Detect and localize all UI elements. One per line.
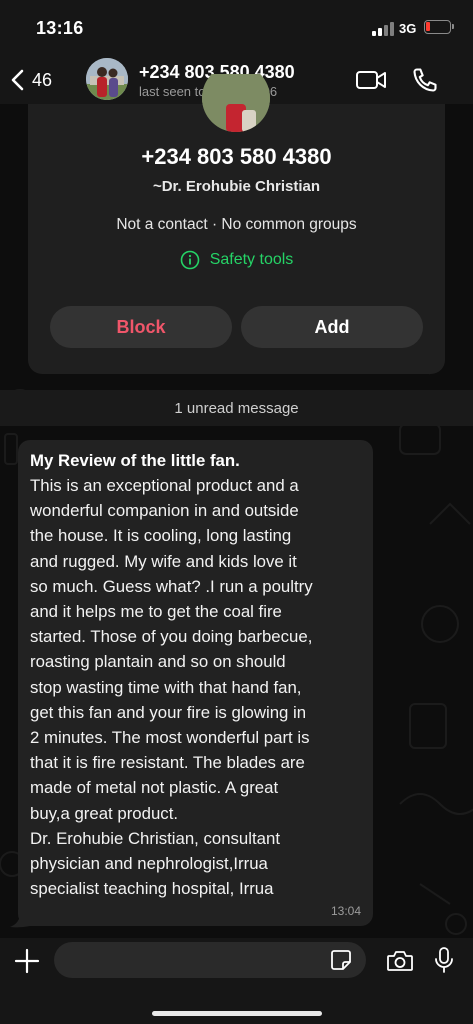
unread-messages-banner: 1 unread message — [0, 390, 473, 426]
add-contact-button[interactable]: Add — [241, 306, 423, 348]
video-call-icon — [356, 71, 386, 89]
unread-chats-count: 46 — [32, 69, 53, 90]
video-call-button[interactable] — [355, 68, 387, 92]
message-title: My Review of the little fan. — [30, 451, 240, 470]
back-button[interactable]: 46 — [10, 64, 52, 96]
attach-button[interactable] — [14, 948, 40, 974]
message-timestamp: 13:04 — [330, 904, 361, 918]
message-text: This is an exceptional product and a won… — [30, 476, 313, 899]
safety-tools-link[interactable]: Safety tools — [28, 250, 445, 270]
info-icon — [180, 250, 199, 270]
camera-icon — [387, 951, 413, 971]
signal-icon — [372, 22, 394, 36]
plus-icon — [14, 948, 40, 974]
safety-tools-label: Safety tools — [209, 251, 294, 268]
contact-info-card: +234 803 580 4380 ~Dr. Erohubie Christia… — [28, 74, 445, 374]
message-input-bar — [0, 938, 473, 1024]
contact-avatar — [202, 74, 270, 132]
contact-info: Not a contact · No common groups — [116, 216, 357, 233]
home-indicator[interactable] — [152, 1011, 322, 1016]
contact-phone: +234 803 580 4380 — [141, 144, 332, 169]
battery-icon — [424, 20, 454, 34]
microphone-icon — [435, 947, 453, 973]
voice-call-button[interactable] — [411, 66, 439, 94]
status-bar: 13:16 3G — [0, 0, 473, 56]
sticker-button[interactable] — [330, 949, 352, 971]
sticker-icon — [331, 950, 351, 970]
status-time: 13:16 — [36, 18, 84, 38]
message-bubble[interactable]: My Review of the little fan. This is an … — [18, 440, 373, 926]
bubble-tail — [10, 916, 30, 928]
block-button[interactable]: Block — [50, 306, 232, 348]
phone-call-icon — [413, 68, 437, 92]
avatar[interactable] — [86, 58, 128, 100]
camera-button[interactable] — [386, 949, 414, 973]
contact-name: ~Dr. Erohubie Christian — [152, 178, 321, 195]
back-chevron-icon — [11, 69, 24, 91]
voice-message-button[interactable] — [433, 946, 455, 974]
network-type: 3G — [399, 21, 417, 36]
message-input[interactable] — [54, 942, 366, 978]
